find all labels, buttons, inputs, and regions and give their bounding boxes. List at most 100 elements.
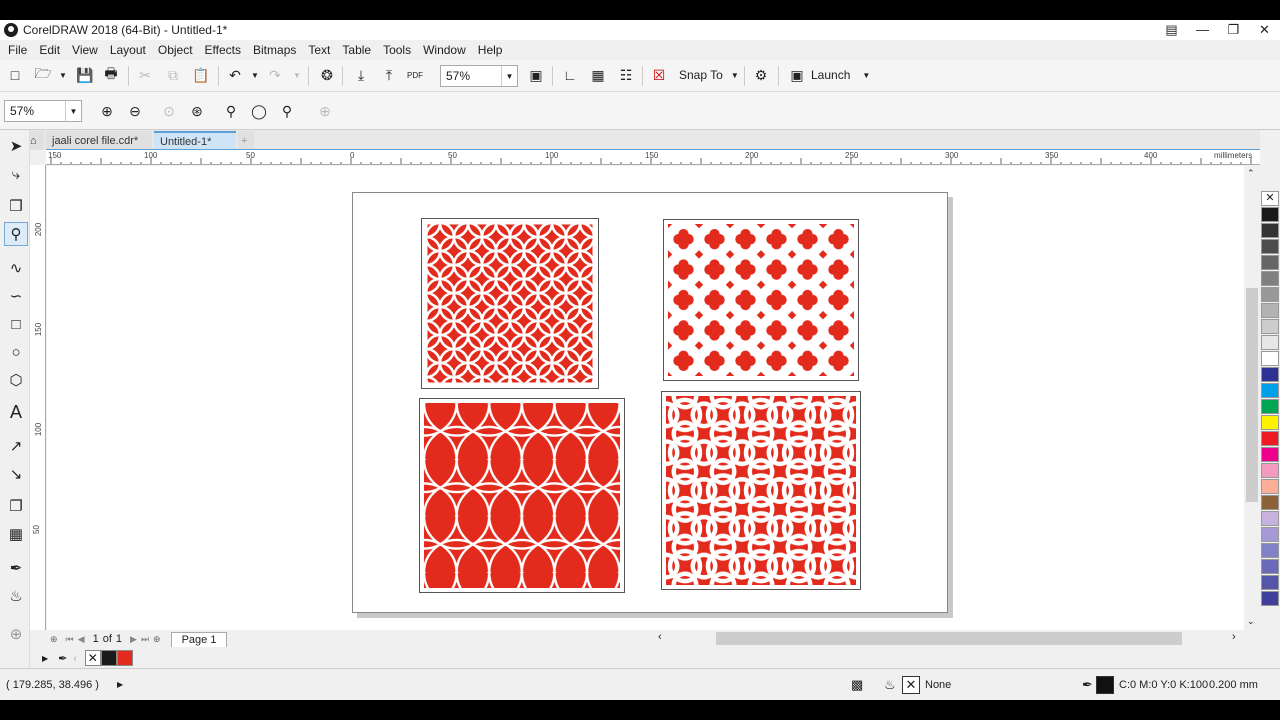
print-icon[interactable]: 🖶 [100,64,122,86]
gear-icon[interactable]: ⚙ [750,64,772,86]
color-proofing-icon[interactable]: ▩ [851,677,863,693]
vertical-ruler[interactable]: 200 150 100 50 [30,165,46,630]
open-folder-icon[interactable]: 🗁 [32,64,54,86]
palette-swatch[interactable] [1261,511,1279,526]
palette-swatch[interactable] [1261,207,1279,222]
menu-window[interactable]: Window [417,43,472,57]
palette-swatch[interactable] [1261,479,1279,494]
drop-shadow-tool-icon[interactable]: ❐ [4,494,28,518]
text-tool-icon[interactable]: A [4,400,28,424]
pick-tool-icon[interactable]: ➤ [4,134,28,158]
search-content-icon[interactable]: ❂ [316,64,338,86]
palette-swatch[interactable] [1261,415,1279,430]
rectangle-tool-icon[interactable]: □ [4,312,28,336]
menu-bitmaps[interactable]: Bitmaps [247,43,302,57]
horizontal-scrollbar[interactable]: ‹ › [656,630,1244,648]
show-rulers-icon[interactable]: ∟ [559,64,581,86]
redo-dropdown-icon[interactable]: ▼ [286,64,308,86]
zoom-level-combo[interactable]: 57% ▼ [440,65,518,87]
connector-tool-icon[interactable]: ↘ [4,462,28,486]
show-grid-icon[interactable]: ▦ [587,64,609,86]
document-page[interactable] [352,192,948,613]
minimize-button[interactable]: — [1187,20,1218,40]
palette-swatch[interactable] [1261,351,1279,366]
close-button[interactable]: ✕ [1249,20,1280,40]
account-icon[interactable]: ▤ [1156,20,1187,40]
zoom-levels-combo[interactable]: 57% ▼ [4,100,82,122]
scroll-right-icon[interactable]: › [1232,631,1236,643]
add-page-after-icon[interactable]: ⊕ [153,634,161,645]
red-swatch[interactable] [116,650,133,666]
full-screen-preview-icon[interactable]: ▣ [525,64,547,86]
no-fill-swatch[interactable]: ✕ [902,675,920,694]
palette-swatch[interactable] [1261,463,1279,478]
palette-swatch[interactable] [1261,287,1279,302]
zoom-to-page-height-icon[interactable]: ⚲ [276,100,298,122]
scroll-up-icon[interactable]: ⌃ [1247,168,1255,179]
menu-text[interactable]: Text [302,43,336,57]
scroll-down-icon[interactable]: ⌄ [1247,616,1255,627]
menu-table[interactable]: Table [336,43,377,57]
chevron-down-icon[interactable]: ▼ [501,66,517,86]
palette-swatch[interactable] [1261,319,1279,334]
menu-file[interactable]: File [2,43,33,57]
jaali-pattern-interlocking-rings[interactable] [661,391,861,590]
launch-button[interactable]: Launch ▼ [811,68,870,82]
jaali-pattern-circles[interactable] [421,218,599,389]
vertical-scroll-thumb[interactable] [1246,288,1258,502]
zoom-to-all-objects-icon[interactable]: ⊛ [186,100,208,122]
import-icon[interactable]: ⤓ [350,64,372,86]
palette-swatch[interactable] [1261,255,1279,270]
tab-jaali-corel-file[interactable]: jaali corel file.cdr* [46,131,152,150]
menu-object[interactable]: Object [152,43,199,57]
add-page-before-icon[interactable]: ⊕ [50,634,58,645]
no-color-swatch[interactable]: ✕ [1261,191,1279,206]
cut-icon[interactable]: ✂ [134,64,156,86]
menu-effects[interactable]: Effects [199,43,247,57]
menu-help[interactable]: Help [472,43,509,57]
launch-app-icon[interactable]: ▣ [786,64,808,86]
scroll-palette-left-icon[interactable]: ‹ [73,653,76,664]
quick-customize-icon[interactable]: ⊕ [4,622,28,646]
undo-dropdown-icon[interactable]: ▼ [244,64,266,86]
snap-off-icon[interactable]: ☒ [648,64,670,86]
paste-icon[interactable]: 📋 [190,64,212,86]
crop-tool-icon[interactable]: ❒ [4,194,28,218]
add-toolbar-icon[interactable]: ⊕ [314,100,336,122]
palette-swatch[interactable] [1261,495,1279,510]
palette-swatch[interactable] [1261,575,1279,590]
palette-swatch[interactable] [1261,559,1279,574]
jaali-pattern-quatrefoil[interactable] [663,219,859,381]
first-page-icon[interactable]: ⏮ [66,634,74,645]
redo-icon[interactable]: ↷ [264,64,286,86]
drawing-canvas[interactable] [47,166,1244,630]
palette-swatch[interactable] [1261,367,1279,382]
tab-untitled-1[interactable]: Untitled-1* [154,131,236,150]
export-icon[interactable]: ⤒ [378,64,400,86]
shape-tool-icon[interactable]: ⤷ [4,162,28,186]
last-page-icon[interactable]: ⏭ [141,634,149,645]
zoom-out-icon[interactable]: ⊖ [124,100,146,122]
outline-color-swatch[interactable] [1096,675,1114,694]
eyedropper-icon[interactable]: ✒ [58,652,67,665]
menu-edit[interactable]: Edit [33,43,66,57]
palette-swatch[interactable] [1261,591,1279,606]
palette-swatch[interactable] [1261,271,1279,286]
parallel-dimension-tool-icon[interactable]: ↗ [4,434,28,458]
publish-pdf-icon[interactable]: PDF [404,64,426,86]
eyedropper-tool-icon[interactable]: ✒ [4,556,28,580]
previous-page-icon[interactable]: ◀ [78,634,85,645]
ellipse-tool-icon[interactable]: ○ [4,340,28,364]
scroll-left-icon[interactable]: ‹ [658,631,662,643]
horizontal-scroll-thumb[interactable] [716,632,1182,645]
horizontal-ruler[interactable]: 150 100 50 0 50 100 150 200 250 300 350 … [46,149,1260,165]
polygon-tool-icon[interactable]: ⬡ [4,368,28,392]
show-guidelines-icon[interactable]: ☷ [615,64,637,86]
open-dropdown-icon[interactable]: ▼ [52,64,74,86]
palette-swatch[interactable] [1261,335,1279,350]
palette-swatch[interactable] [1261,527,1279,542]
interactive-fill-tool-icon[interactable]: ♨ [4,584,28,608]
palette-swatch[interactable] [1261,303,1279,318]
next-page-icon[interactable]: ▶ [130,634,137,645]
palette-swatch[interactable] [1261,239,1279,254]
